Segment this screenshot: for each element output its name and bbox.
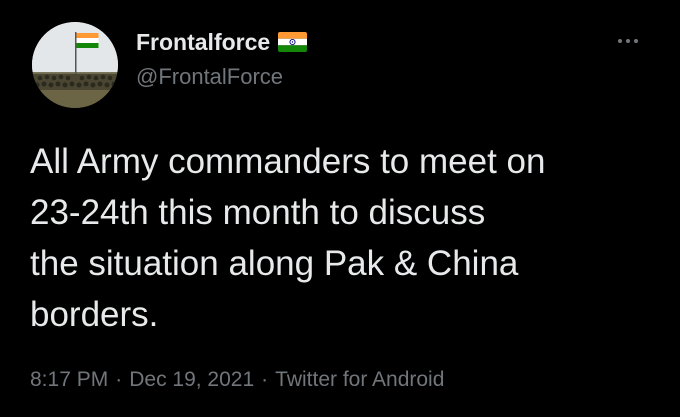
india-flag-icon (278, 32, 308, 52)
more-dot (626, 39, 630, 43)
meta-separator: · (115, 368, 123, 391)
tweet-metadata: 8:17 PM · Dec 19, 2021 · Twitter for And… (30, 368, 444, 392)
tweet-card: Frontalforce @FrontalForce All Army comm… (0, 0, 680, 417)
tweet-source[interactable]: Twitter for Android (275, 368, 444, 392)
author-handle[interactable]: @FrontalForce (136, 64, 283, 90)
tweet-date[interactable]: Dec 19, 2021 (129, 368, 254, 392)
india-flag-soldiers-avatar (32, 22, 118, 108)
more-options-icon[interactable] (612, 30, 644, 52)
more-dot (634, 39, 638, 43)
tweet-text: All Army commanders to meet on 23-24th t… (30, 142, 546, 334)
more-dot (618, 39, 622, 43)
tweet-time[interactable]: 8:17 PM (30, 368, 108, 392)
author-name-row: Frontalforce (136, 28, 308, 56)
meta-separator: · (261, 368, 269, 391)
profile-avatar[interactable] (32, 22, 118, 108)
author-display-name[interactable]: Frontalforce (136, 29, 270, 56)
